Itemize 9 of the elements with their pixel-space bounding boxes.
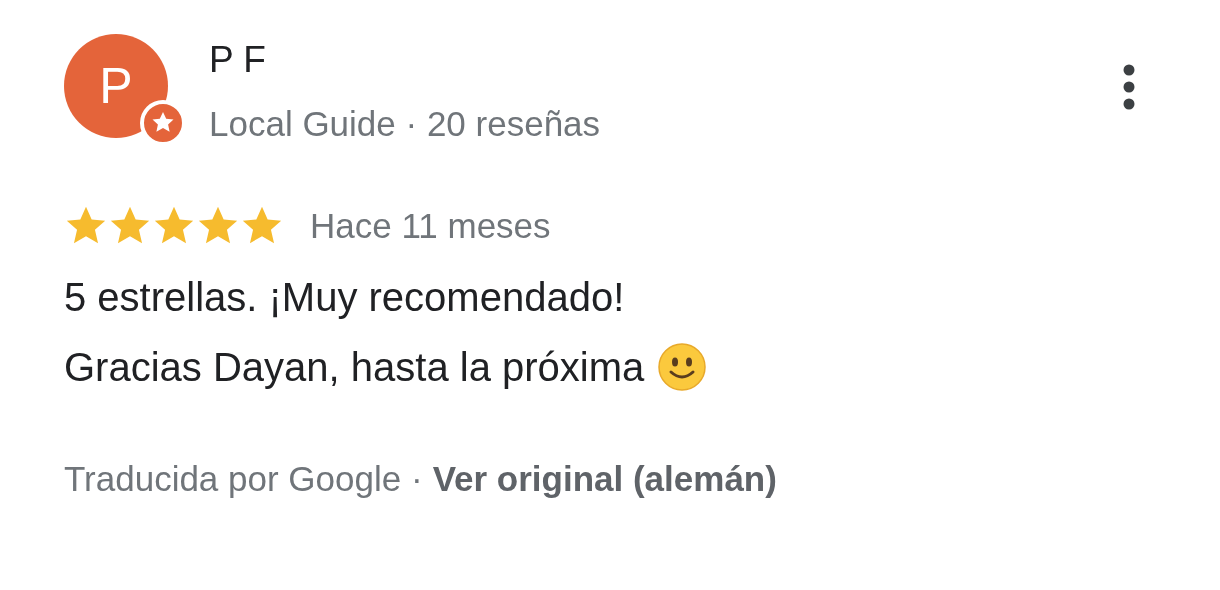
reviewer-name[interactable]: P F [209,36,601,84]
review-text: 5 estrellas. ¡Muy recomendado! [64,273,625,321]
translation-note: Traducida por Google · [64,457,423,500]
review-text: Gracias Dayan, hasta la próxima [64,343,645,391]
reviewer-subtitle: Local Guide · 20 reseñas [209,103,601,145]
avatar[interactable]: P [64,34,168,138]
view-original-link[interactable]: Ver original (alemán) [432,452,777,505]
more-options-icon[interactable] [1122,64,1136,110]
review-time: Hace 11 meses [310,205,551,247]
